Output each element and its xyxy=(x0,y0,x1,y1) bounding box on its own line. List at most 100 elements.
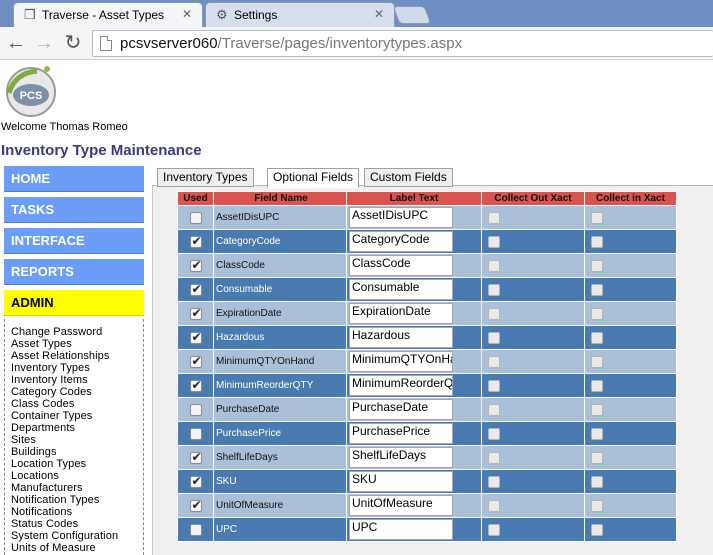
admin-link-location-types[interactable]: Location Types xyxy=(11,458,143,470)
used-checkbox[interactable] xyxy=(189,523,202,536)
label-text-input[interactable]: ClassCode xyxy=(349,255,453,276)
used-cell xyxy=(177,229,214,254)
used-checkbox[interactable] xyxy=(189,258,202,272)
collect-out-checkbox xyxy=(488,427,500,440)
new-tab-button[interactable] xyxy=(392,6,432,24)
collect-out-cell xyxy=(481,373,585,398)
tab-inventory-types[interactable]: Inventory Types xyxy=(157,168,254,187)
browser-tab-title: Settings xyxy=(234,8,278,22)
menu-home[interactable]: HOME xyxy=(4,166,144,192)
reload-icon[interactable]: ↻ xyxy=(62,32,84,54)
used-checkbox[interactable] xyxy=(189,474,202,488)
admin-link-class-codes[interactable]: Class Codes xyxy=(11,398,143,410)
admin-link-change-password[interactable]: Change Password xyxy=(11,326,143,338)
table-row: CategoryCode CategoryCode xyxy=(177,229,677,254)
collect-out-checkbox xyxy=(488,307,500,320)
admin-link-asset-relationships[interactable]: Asset Relationships xyxy=(11,350,143,362)
table-row: MinimumQTYOnHand MinimumQTYOnHand xyxy=(177,349,677,374)
collect-in-checkbox xyxy=(591,211,603,224)
label-text-cell: Hazardous xyxy=(346,325,482,350)
field-name-cell: PurchaseDate xyxy=(213,397,347,422)
used-checkbox[interactable] xyxy=(189,427,202,440)
label-text-input[interactable]: SKU xyxy=(349,471,453,492)
close-icon[interactable]: ✕ xyxy=(182,7,192,21)
label-text-input[interactable]: UPC xyxy=(349,519,453,540)
admin-link-sites[interactable]: Sites xyxy=(11,434,143,446)
collect-out-checkbox xyxy=(488,235,500,248)
admin-link-category-codes[interactable]: Category Codes xyxy=(11,386,143,398)
used-checkbox[interactable] xyxy=(189,354,202,368)
admin-link-units-of-measure[interactable]: Units of Measure xyxy=(11,542,143,554)
browser-tab-settings[interactable]: ⚙ Settings ✕ xyxy=(205,2,395,27)
browser-tabstrip: ❒ Traverse - Asset Types ✕ ⚙ Settings ✕ xyxy=(0,0,713,27)
collect-out-cell xyxy=(481,517,585,542)
used-checkbox[interactable] xyxy=(189,498,202,512)
collect-in-checkbox xyxy=(591,307,603,320)
close-icon[interactable]: ✕ xyxy=(374,7,384,21)
label-text-input[interactable]: ExpirationDate xyxy=(349,303,453,324)
menu-admin[interactable]: ADMIN xyxy=(4,290,144,316)
admin-link-departments[interactable]: Departments xyxy=(11,422,143,434)
admin-link-container-types[interactable]: Container Types xyxy=(11,410,143,422)
collect-in-cell xyxy=(584,325,677,350)
collect-in-cell xyxy=(584,301,677,326)
table-row: PurchaseDate PurchaseDate xyxy=(177,397,677,422)
field-name: PurchaseDate xyxy=(216,404,280,415)
collect-in-checkbox xyxy=(591,403,603,416)
label-text-input[interactable]: UnitOfMeasure xyxy=(349,495,453,516)
label-text-input[interactable]: CategoryCode xyxy=(349,231,453,252)
menu-reports[interactable]: REPORTS xyxy=(4,259,144,285)
menu-tasks[interactable]: TASKS xyxy=(4,197,144,223)
used-checkbox[interactable] xyxy=(189,450,202,464)
admin-link-locations[interactable]: Locations xyxy=(11,470,143,482)
table-row: SKU SKU xyxy=(177,469,677,494)
tab-optional-fields[interactable]: Optional Fields xyxy=(267,168,360,188)
pcs-logo: PCS xyxy=(6,66,56,117)
tab-custom-fields[interactable]: Custom Fields xyxy=(364,168,453,187)
forward-arrow-icon[interactable]: → xyxy=(33,32,55,54)
back-arrow-icon[interactable]: ← xyxy=(5,32,27,54)
browser-tab-active[interactable]: ❒ Traverse - Asset Types ✕ xyxy=(13,2,203,27)
admin-link-status-codes[interactable]: Status Codes xyxy=(11,518,143,530)
field-name-cell: MinimumQTYOnHand xyxy=(213,349,347,374)
admin-link-notification-types[interactable]: Notification Types xyxy=(11,494,143,506)
collect-out-cell xyxy=(481,277,585,302)
label-text-input[interactable]: Hazardous xyxy=(349,327,453,348)
admin-link-buildings[interactable]: Buildings xyxy=(11,446,143,458)
used-checkbox[interactable] xyxy=(189,330,202,344)
used-cell xyxy=(177,373,214,398)
menu-interface[interactable]: INTERFACE xyxy=(4,228,144,254)
admin-link-asset-types[interactable]: Asset Types xyxy=(11,338,143,350)
collect-in-checkbox xyxy=(591,475,603,488)
collect-out-checkbox xyxy=(488,259,500,272)
admin-link-inventory-types[interactable]: Inventory Types xyxy=(11,362,143,374)
collect-in-cell xyxy=(584,493,677,518)
label-text-input[interactable]: MinimumQTYOnHand xyxy=(349,351,453,372)
collect-in-checkbox xyxy=(591,379,603,392)
used-checkbox[interactable] xyxy=(189,403,202,416)
collect-out-checkbox xyxy=(488,331,500,344)
admin-link-notifications[interactable]: Notifications xyxy=(11,506,143,518)
collect-in-checkbox xyxy=(591,331,603,344)
collect-in-checkbox xyxy=(591,355,603,368)
field-name-cell: ClassCode xyxy=(213,253,347,278)
label-text-cell: PurchasePrice xyxy=(346,421,482,446)
url-text: pcsvserver060/Traverse/pages/inventoryty… xyxy=(120,35,463,52)
admin-link-inventory-items[interactable]: Inventory Items xyxy=(11,374,143,386)
label-text-input[interactable]: ShelfLifeDays xyxy=(349,447,453,468)
used-checkbox[interactable] xyxy=(189,282,202,296)
collect-in-cell xyxy=(584,373,677,398)
label-text-input[interactable]: AssetIDisUPC xyxy=(349,207,453,228)
used-checkbox[interactable] xyxy=(189,211,202,224)
used-checkbox[interactable] xyxy=(189,306,202,320)
used-checkbox[interactable] xyxy=(189,234,202,248)
collect-in-checkbox xyxy=(591,451,603,464)
label-text-input[interactable]: PurchaseDate xyxy=(349,399,453,420)
label-text-input[interactable]: Consumable xyxy=(349,279,453,300)
label-text-input[interactable]: PurchasePrice xyxy=(349,423,453,444)
admin-link-manufacturers[interactable]: Manufacturers xyxy=(11,482,143,494)
label-text-input[interactable]: MinimumReorderQTY xyxy=(349,375,453,396)
address-bar[interactable]: pcsvserver060/Traverse/pages/inventoryty… xyxy=(92,30,713,57)
admin-link-system-configuration[interactable]: System Configuration xyxy=(11,530,143,542)
used-checkbox[interactable] xyxy=(189,378,202,392)
